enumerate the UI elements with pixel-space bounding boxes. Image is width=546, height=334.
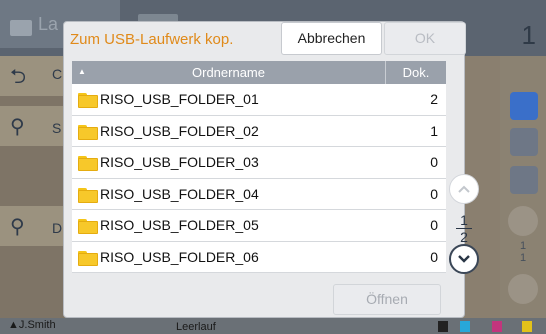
cancel-button[interactable]: Abbrechen — [281, 22, 382, 55]
scroll-up-icon — [508, 206, 538, 236]
dialog-title: Zum USB-Laufwerk kop. — [70, 31, 234, 48]
folder-name: RISO_USB_FOLDER_01 — [100, 91, 259, 107]
column-header-name[interactable]: Ordnername — [72, 61, 385, 84]
folder-icon — [78, 156, 98, 171]
table-header: ▲ Ordnername Dok. — [72, 61, 446, 84]
folder-icon — [78, 250, 98, 266]
table-row[interactable]: RISO_USB_FOLDER_05 0 — [72, 210, 446, 242]
page-total: 2 — [460, 229, 468, 245]
chevron-up-icon — [458, 185, 470, 193]
search-icon: ⚲ — [10, 116, 25, 138]
table-row[interactable]: RISO_USB_FOLDER_01 2 — [72, 84, 446, 116]
folder-icon — [78, 187, 98, 203]
background-status: Leerlauf — [176, 321, 216, 333]
background-page-number: 1 — [521, 20, 536, 50]
folder-icon — [78, 219, 98, 234]
page-current: 1 — [460, 212, 468, 228]
folder-name: RISO_USB_FOLDER_05 — [100, 217, 259, 233]
document-count: 0 — [430, 185, 438, 202]
background-letter: S — [52, 120, 62, 136]
background-user-name: J.Smith — [18, 319, 56, 331]
ink-c-icon — [460, 321, 470, 332]
scroll-down-icon — [508, 274, 538, 304]
column-header-count[interactable]: Dok. — [386, 61, 446, 84]
table-row[interactable]: RISO_USB_FOLDER_02 1 — [72, 115, 446, 147]
background-page-fraction: 1 1 — [514, 240, 532, 264]
open-button[interactable]: Öffnen — [333, 284, 441, 315]
background-letter: D — [52, 220, 63, 236]
scroll-down-button[interactable] — [449, 244, 479, 274]
folder-icon — [78, 124, 98, 140]
folder-name: RISO_USB_FOLDER_04 — [100, 185, 259, 202]
document-count: 1 — [430, 122, 438, 139]
document-count: 0 — [430, 248, 438, 265]
ink-y-icon — [522, 321, 532, 332]
background-fraction-total: 1 — [519, 252, 527, 264]
ink-m-icon — [492, 321, 502, 332]
folder-icon — [10, 20, 32, 36]
table-row[interactable]: RISO_USB_FOLDER_03 0 — [72, 147, 446, 179]
document-count: 0 — [430, 217, 438, 233]
document-count: 0 — [430, 154, 438, 170]
list-view-icon — [510, 128, 538, 156]
user-icon: ▲ — [8, 319, 19, 331]
chevron-down-icon — [458, 255, 470, 263]
background-user: ▲J.Smith — [8, 319, 56, 331]
background-tab-label: La — [38, 14, 59, 34]
folder-name: RISO_USB_FOLDER_03 — [100, 154, 259, 170]
table-row[interactable]: RISO_USB_FOLDER_04 0 — [72, 178, 446, 210]
page-indicator: 1 2 — [451, 213, 477, 244]
folder-name: RISO_USB_FOLDER_06 — [100, 248, 259, 265]
scroll-up-button[interactable] — [449, 174, 479, 204]
usb-copy-dialog: Zum USB-Laufwerk kop. Abbrechen OK ▲ Ord… — [63, 21, 479, 318]
table-row[interactable]: RISO_USB_FOLDER_06 0 — [72, 241, 446, 273]
folder-table: ▲ Ordnername Dok. RISO_USB_FOLDER_01 2 R… — [72, 61, 446, 273]
ok-button[interactable]: OK — [384, 22, 466, 55]
search-check-icon: ⚲ — [10, 216, 25, 238]
ink-k-icon — [438, 321, 448, 332]
back-icon: ⮌ — [10, 66, 27, 88]
folder-name: RISO_USB_FOLDER_02 — [100, 122, 259, 139]
background-letter: C — [52, 66, 63, 82]
more-icon — [510, 166, 538, 194]
thumbnail-view-icon — [510, 92, 538, 120]
folder-icon — [78, 93, 98, 108]
background-fraction-current: 1 — [519, 240, 527, 252]
document-count: 2 — [430, 91, 438, 107]
